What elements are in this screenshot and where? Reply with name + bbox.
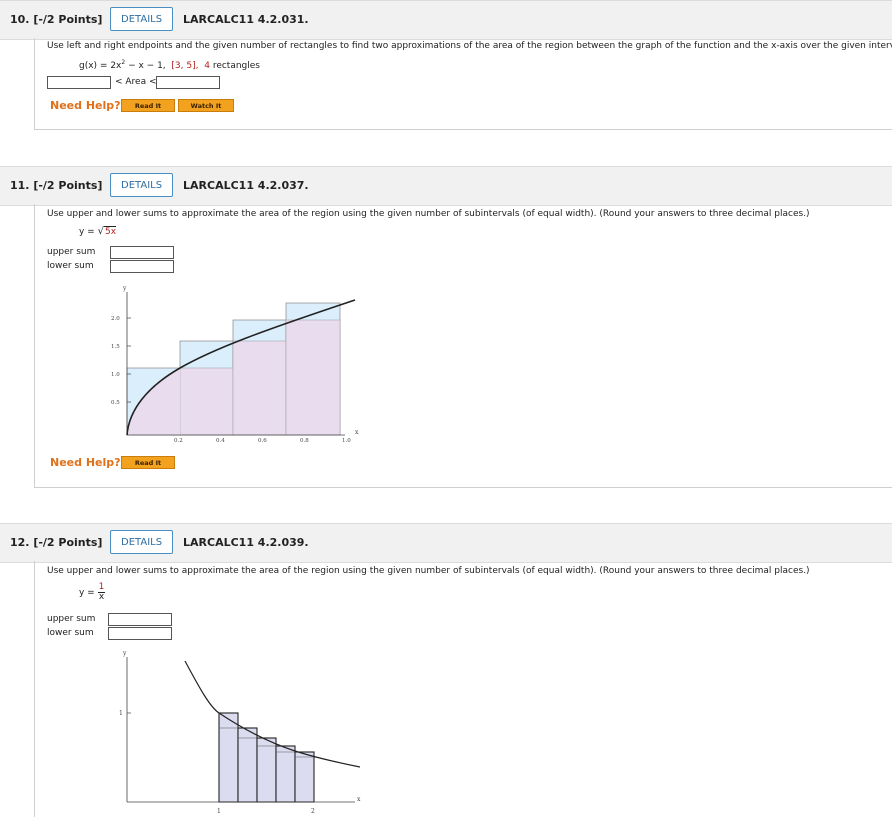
upper-rect [218, 712, 239, 803]
upper-rect [256, 737, 277, 803]
sqrt-graph: y 2.0 1.5 1.0 0.5 0.2 0.4 0.6 0.8 1.0 x [111, 285, 359, 444]
fraction-denominator: x [98, 592, 105, 602]
radicand: 5x [103, 226, 117, 237]
right-endpoint-input[interactable] [156, 76, 220, 89]
upper-rect [237, 727, 258, 803]
question-11-header: 11. [-/2 Points] DETAILS LARCALC11 4.2.0… [0, 166, 892, 206]
y-axis-label: y [122, 650, 127, 657]
question-10-header: 10. [-/2 Points] DETAILS LARCALC11 4.2.0… [0, 0, 892, 40]
upper-rect [294, 751, 315, 803]
lower-rect [232, 340, 287, 436]
question-10-body: Use left and right endpoints and the giv… [34, 38, 892, 130]
question-12-body: Use upper and lower sums to approximate … [34, 561, 892, 817]
lower-sum-input[interactable] [108, 627, 172, 640]
need-help-label: Need Help? [50, 99, 121, 112]
area-inequality-label: < Area < [115, 77, 157, 87]
function-lhs: g(x) = 2x [79, 61, 122, 71]
watch-it-button[interactable]: Watch It [178, 99, 234, 112]
question-12-header: 12. [-/2 Points] DETAILS LARCALC11 4.2.0… [0, 523, 892, 563]
x-tick-label: 2 [311, 808, 315, 815]
rect-word: rectangles [212, 61, 260, 71]
function-lhs: y = [79, 588, 95, 598]
upper-rect [275, 745, 296, 803]
question-code: LARCALC11 4.2.039. [183, 536, 309, 549]
details-button[interactable]: DETAILS [110, 173, 174, 197]
interval: [3, 5], [171, 61, 199, 71]
y-tick-label: 0.5 [111, 400, 120, 406]
x-tick-label: 1 [217, 808, 221, 815]
fraction: 1 x [97, 583, 106, 602]
question-number: 10. [-/2 Points] [10, 13, 103, 26]
x-axis-label: x [357, 796, 361, 803]
y-tick-label: 1.5 [111, 344, 120, 350]
x-tick-label: 0.4 [216, 438, 225, 444]
question-prompt: Use upper and lower sums to approximate … [47, 566, 810, 576]
question-code: LARCALC11 4.2.037. [183, 179, 309, 192]
function-expression: g(x) = 2x2 − x − 1, [3, 5], 4 rectangles [79, 59, 260, 71]
question-11-body: Use upper and lower sums to approximate … [34, 204, 892, 488]
upper-sum-input[interactable] [110, 246, 174, 259]
rect-count: 4 [204, 61, 210, 71]
left-endpoint-input[interactable] [47, 76, 111, 89]
lower-sum-label: lower sum [47, 261, 94, 271]
need-help-label: Need Help? [50, 456, 121, 469]
question-number: 11. [-/2 Points] [10, 179, 103, 192]
y-tick-label: 2.0 [111, 316, 120, 322]
function-expression: y = 1 x [79, 583, 106, 602]
function-rest: − x − 1, [125, 61, 166, 71]
x-tick-label: 0.6 [258, 438, 267, 444]
x-axis-label: x [355, 429, 359, 436]
lower-rect [179, 367, 234, 436]
read-it-button[interactable]: Read It [121, 99, 175, 112]
y-tick-label: 1 [119, 710, 123, 717]
reciprocal-graph: y 1 1 2 x [119, 650, 361, 815]
x-tick-label: 1.0 [342, 438, 351, 444]
lower-sum-label: lower sum [47, 628, 94, 638]
lower-rect [285, 319, 341, 436]
function-lhs: y = [79, 227, 95, 237]
read-it-button[interactable]: Read It [121, 456, 175, 469]
details-button[interactable]: DETAILS [110, 7, 174, 31]
y-axis-label: y [122, 285, 127, 292]
x-tick-label: 0.8 [300, 438, 309, 444]
x-tick-label: 0.2 [174, 438, 183, 444]
upper-sum-label: upper sum [47, 247, 96, 257]
upper-sum-label: upper sum [47, 614, 96, 624]
question-number: 12. [-/2 Points] [10, 536, 103, 549]
question-code: LARCALC11 4.2.031. [183, 13, 309, 26]
details-button[interactable]: DETAILS [110, 530, 174, 554]
function-expression: y = √5x [79, 226, 117, 237]
y-tick-label: 1.0 [111, 372, 120, 378]
question-prompt: Use left and right endpoints and the giv… [47, 41, 892, 51]
question-prompt: Use upper and lower sums to approximate … [47, 209, 810, 219]
lower-sum-input[interactable] [110, 260, 174, 273]
upper-sum-input[interactable] [108, 613, 172, 626]
